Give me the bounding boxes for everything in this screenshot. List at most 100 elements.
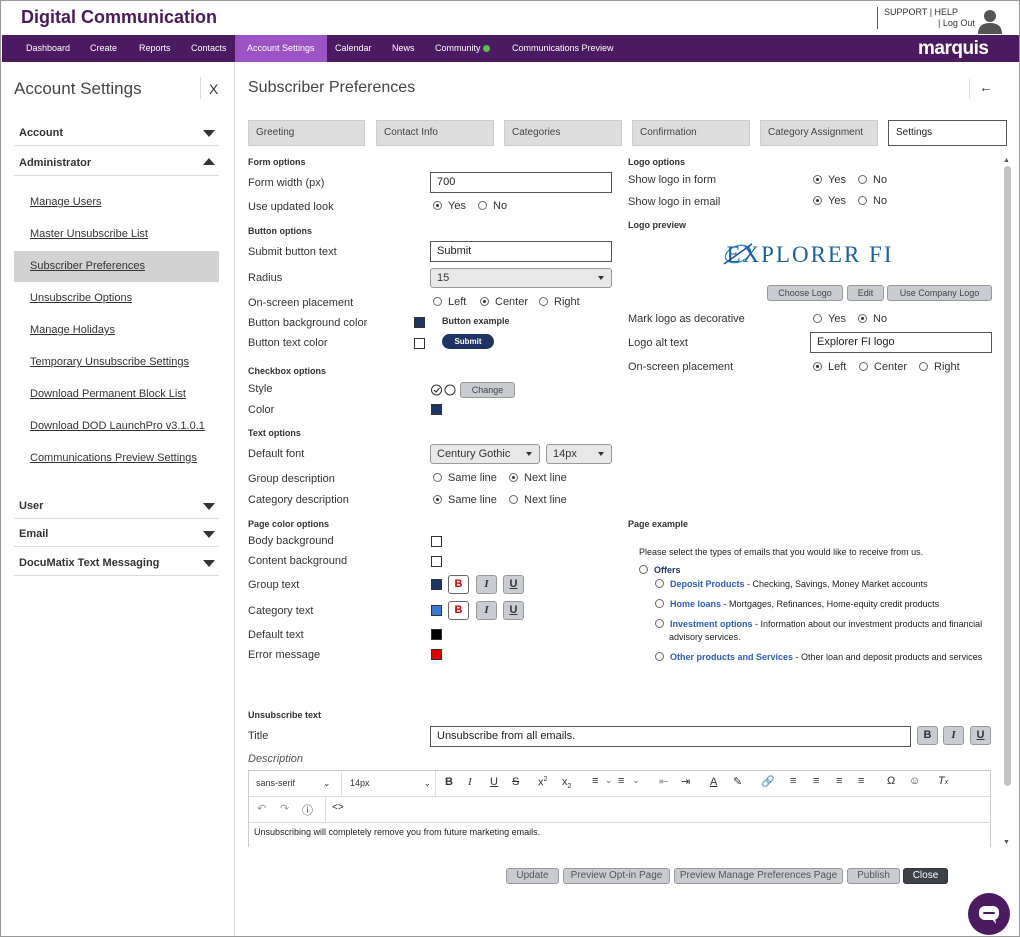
logo-center-radio[interactable]: Center [859, 361, 907, 373]
choose-logo-button[interactable]: Choose Logo [767, 285, 843, 301]
cat-next-line-radio[interactable]: Next line [509, 494, 567, 506]
chat-widget[interactable] [968, 893, 1010, 935]
scroll-up-icon[interactable]: ▲ [1003, 157, 1010, 164]
unsub-underline-button[interactable]: U [970, 726, 991, 745]
align-left-icon[interactable]: ≡ [790, 775, 796, 787]
logout-link[interactable]: Log Out [943, 18, 975, 28]
placement-right-radio[interactable]: Right [539, 296, 580, 308]
sidebar-close-icon[interactable]: X [209, 81, 218, 97]
body-bg-swatch[interactable] [431, 536, 442, 547]
decorative-no-radio[interactable]: No [858, 313, 887, 325]
checkbox-color-swatch[interactable] [431, 404, 442, 415]
sidebar-item-unsubscribe-options[interactable]: Unsubscribe Options [14, 283, 219, 314]
radius-select[interactable]: 15 [430, 268, 612, 288]
logo-right-radio[interactable]: Right [919, 361, 960, 373]
underline-icon[interactable]: U [490, 776, 498, 788]
sidebar-item-manage-holidays[interactable]: Manage Holidays [14, 315, 219, 346]
publish-button[interactable]: Publish [847, 868, 900, 884]
error-message-swatch[interactable] [431, 649, 442, 660]
category-italic-button[interactable]: I [476, 601, 497, 620]
button-text-swatch[interactable] [414, 338, 425, 349]
sidebar-section-email[interactable]: Email [14, 525, 219, 547]
align-justify-icon[interactable]: ≡ [858, 775, 864, 787]
tab-greeting[interactable]: Greeting [248, 120, 365, 146]
text-color-icon[interactable]: A [710, 776, 717, 788]
group-same-line-radio[interactable]: Same line [433, 472, 497, 484]
font-size-select[interactable]: 14px ⌄ [350, 778, 431, 789]
tab-settings[interactable]: Settings [888, 120, 1007, 146]
nav-contacts[interactable]: Contacts [189, 35, 229, 62]
group-underline-button[interactable]: U [503, 575, 524, 594]
category-underline-button[interactable]: U [503, 601, 524, 620]
superscript-icon[interactable]: x2 [538, 776, 547, 789]
nav-dashboard[interactable]: Dashboard [24, 35, 72, 62]
tab-confirmation[interactable]: Confirmation [632, 120, 750, 146]
group-text-swatch[interactable] [431, 579, 442, 590]
special-char-icon[interactable]: Ω [887, 775, 895, 787]
group-next-line-radio[interactable]: Next line [509, 472, 567, 484]
tab-categories[interactable]: Categories [504, 120, 622, 146]
outdent-icon[interactable]: ⇤ [659, 775, 668, 788]
sidebar-item-master-unsubscribe[interactable]: Master Unsubscribe List [14, 219, 219, 250]
show-email-yes-radio[interactable]: Yes [813, 195, 846, 207]
support-link[interactable]: SUPPORT [884, 7, 927, 17]
subscript-icon[interactable]: x2 [562, 776, 571, 790]
source-code-icon[interactable]: <> [332, 802, 344, 813]
show-email-no-radio[interactable]: No [858, 195, 887, 207]
show-form-no-radio[interactable]: No [858, 174, 887, 186]
sidebar-item-communications-preview[interactable]: Communications Preview Settings [14, 443, 219, 474]
sidebar-item-subscriber-preferences[interactable]: Subscriber Preferences [14, 251, 219, 282]
nav-reports[interactable]: Reports [137, 35, 173, 62]
bullet-list-icon[interactable]: ≡ [592, 775, 598, 787]
unsub-description-editor[interactable]: Unsubscribing will completely remove you… [254, 827, 540, 837]
decorative-yes-radio[interactable]: Yes [813, 313, 846, 325]
font-select[interactable]: Century Gothic [430, 444, 540, 464]
scrollbar[interactable] [1004, 166, 1011, 786]
category-bold-button[interactable]: B [448, 601, 469, 620]
logo-alt-input[interactable]: Explorer FI logo [810, 332, 992, 353]
sidebar-item-download-block-list[interactable]: Download Permanent Block List [14, 379, 219, 410]
nav-community[interactable]: Community [433, 35, 492, 62]
strikethrough-icon[interactable]: S [512, 776, 519, 788]
group-italic-button[interactable]: I [476, 575, 497, 594]
content-bg-swatch[interactable] [431, 556, 442, 567]
sidebar-section-user[interactable]: User [14, 497, 219, 519]
cat-same-line-radio[interactable]: Same line [433, 494, 497, 506]
unsub-title-input[interactable]: Unsubscribe from all emails. [430, 726, 911, 747]
nav-news[interactable]: News [390, 35, 417, 62]
sidebar-item-download-dod[interactable]: Download DOD LaunchPro v3.1.0.1 [14, 411, 219, 442]
redo-icon[interactable]: ↷ [280, 802, 289, 815]
submit-text-input[interactable]: Submit [430, 241, 612, 262]
help-icon[interactable]: ⓘ [302, 802, 313, 818]
sidebar-item-temporary-unsubscribe[interactable]: Temporary Unsubscribe Settings [14, 347, 219, 378]
edit-logo-button[interactable]: Edit [847, 285, 884, 301]
align-center-icon[interactable]: ≡ [813, 775, 819, 787]
scroll-down-icon[interactable]: ▼ [1003, 839, 1010, 846]
nav-create[interactable]: Create [88, 35, 119, 62]
group-bold-button[interactable]: B [448, 575, 469, 594]
font-size-select[interactable]: 14px [546, 444, 612, 464]
button-bg-swatch[interactable] [414, 317, 425, 328]
undo-icon[interactable]: ↶ [257, 802, 266, 815]
sidebar-section-administrator[interactable]: Administrator [14, 154, 219, 176]
change-checkbox-button[interactable]: Change [460, 382, 515, 398]
sidebar-item-manage-users[interactable]: Manage Users [14, 187, 219, 218]
show-form-yes-radio[interactable]: Yes [813, 174, 846, 186]
sidebar-section-account[interactable]: Account [14, 124, 219, 146]
link-icon[interactable]: 🔗 [761, 775, 775, 788]
help-link[interactable]: HELP [935, 7, 959, 17]
placement-left-radio[interactable]: Left [433, 296, 466, 308]
align-right-icon[interactable]: ≡ [836, 775, 842, 787]
category-text-swatch[interactable] [431, 605, 442, 616]
use-company-logo-button[interactable]: Use Company Logo [887, 285, 992, 301]
placement-center-radio[interactable]: Center [480, 296, 528, 308]
chevron-down-icon[interactable]: ⌄ [605, 775, 613, 786]
user-avatar-icon[interactable] [976, 8, 1004, 34]
emoji-icon[interactable]: ☺ [909, 775, 920, 787]
clear-format-icon[interactable]: Tx [938, 775, 948, 787]
nav-account-settings[interactable]: Account Settings [235, 35, 327, 62]
chevron-down-icon[interactable]: ⌄ [632, 775, 640, 786]
nav-communications-preview[interactable]: Communications Preview [510, 35, 616, 62]
italic-icon[interactable]: I [468, 776, 472, 788]
indent-icon[interactable]: ⇥ [681, 775, 690, 788]
